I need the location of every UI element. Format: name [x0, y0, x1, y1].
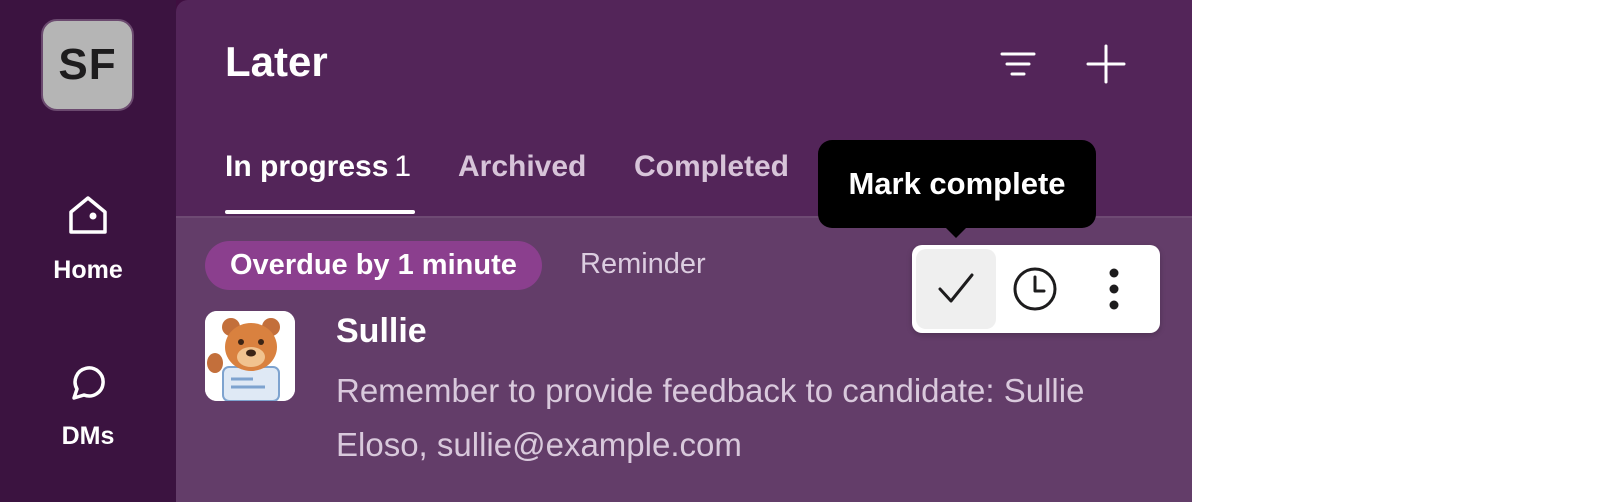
workspace-avatar[interactable]: SF [41, 19, 134, 111]
clock-icon [1013, 267, 1057, 311]
tab-archived[interactable]: Archived [458, 150, 586, 184]
tab-label: Archived [458, 150, 587, 183]
tab-label: Completed [634, 150, 790, 183]
rail-item-dms[interactable]: DMs [0, 358, 176, 451]
mark-complete-button[interactable] [916, 249, 996, 329]
sender-name[interactable]: Sullie [336, 312, 427, 351]
tooltip: Mark complete [818, 140, 1096, 228]
tab-label: In progress [225, 150, 389, 183]
active-tab-indicator [225, 210, 415, 214]
app-window: SF Home DMs Later In progress 1 Archived… [0, 0, 1192, 502]
tab-count: 1 [394, 150, 412, 183]
remind-me-button[interactable] [995, 249, 1075, 329]
item-action-bar [912, 245, 1160, 333]
page-title: Later [225, 38, 328, 85]
rail-item-home[interactable]: Home [0, 192, 176, 285]
rail-item-label: Home [53, 256, 123, 284]
bear-mascot-icon [205, 311, 295, 401]
workspace-rail: SF Home DMs [0, 0, 176, 502]
tab-in-progress[interactable]: In progress 1 [225, 150, 411, 184]
filter-icon[interactable] [996, 42, 1040, 86]
plus-icon[interactable] [1084, 42, 1128, 86]
later-panel: Later In progress 1 Archived Completed Ov [176, 0, 1192, 502]
rail-item-label: DMs [61, 422, 115, 450]
more-vertical-icon [1109, 268, 1119, 310]
workspace-initials: SF [58, 40, 117, 89]
more-actions-button[interactable] [1074, 249, 1154, 329]
checkmark-icon [938, 273, 974, 303]
sender-avatar[interactable] [205, 311, 295, 401]
chat-bubble-icon [72, 366, 105, 400]
home-icon [69, 196, 107, 234]
list-item[interactable]: Overdue by 1 minute Reminder Sullie Reme… [176, 218, 1192, 502]
tooltip-arrow [944, 226, 968, 238]
message-text: Remember to provide feedback to candidat… [336, 372, 1085, 463]
overdue-badge: Overdue by 1 minute [205, 241, 542, 290]
tab-completed[interactable]: Completed [634, 150, 789, 184]
item-type-label: Reminder [580, 248, 706, 280]
